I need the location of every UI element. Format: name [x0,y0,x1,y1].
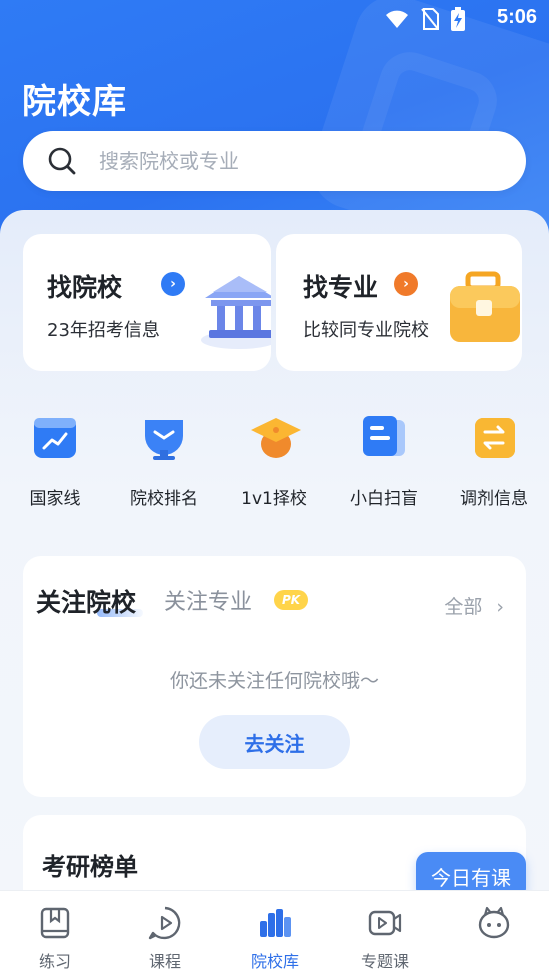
quick-entry-label: 院校排名 [130,489,198,509]
bar-chart-icon [257,905,293,941]
tab-practice[interactable]: 练习 [0,891,110,976]
mascot-face-icon [476,905,512,941]
search-input[interactable] [99,149,479,173]
quick-entry-beginner-guide[interactable]: 小白扫盲 [329,412,439,509]
battery-charging-icon [451,7,465,31]
university-building-icon [201,276,271,349]
tab-label: 练习 [38,952,71,971]
quick-entry-adjustment-info[interactable]: 调剂信息 [439,412,549,509]
tab-school-library[interactable]: 院校库 [220,891,330,976]
tab-label: 课程 [148,952,181,971]
quick-entry-label: 国家线 [29,489,81,509]
find-school-title: 找院校 [47,273,123,302]
play-bubble-icon [147,905,183,941]
find-major-card[interactable]: 找专业 › 比较同专业院校 [276,234,522,371]
find-school-card[interactable]: 找院校 › 23年招考信息 [23,234,271,371]
chevron-right-icon: › [394,272,418,296]
quick-entry-national-line[interactable]: 国家线 [0,412,110,509]
find-major-title: 找专业 [303,273,379,302]
go-follow-button[interactable]: 去关注 [199,715,350,769]
trend-chart-icon [30,412,80,462]
ranking-title: 考研榜单 [42,853,138,881]
view-all-label: 全部 [444,596,483,618]
video-icon [367,905,403,941]
quick-entries: 国家线 院校排名 1v1择校 小白扫盲 调剂信息 [0,412,549,522]
chevron-right-icon: › [161,272,185,296]
find-school-subtitle: 23年招考信息 [47,320,160,341]
status-time: 5:06 [496,6,537,28]
tab-label: 院校库 [250,952,299,971]
book-icon [37,905,73,941]
briefcase-icon [450,271,520,342]
quick-entry-label: 小白扫盲 [350,489,418,509]
empty-state-text: 你还未关注任何院校哦～ [169,670,379,692]
tab-special-courses[interactable]: 专题课 [330,891,440,976]
quick-entry-label: 调剂信息 [460,489,528,509]
document-icon [359,412,409,462]
pk-badge: PK [274,590,309,610]
search-icon [47,146,77,176]
graduation-cap-icon [249,412,301,462]
search-bar[interactable] [23,131,526,191]
tab-courses[interactable]: 课程 [110,891,220,976]
status-bar: 5:06 [0,0,549,38]
bottom-tab-bar: 练习 课程 院校库 专题课 [0,890,549,976]
trophy-icon [139,412,189,462]
wifi-icon [386,10,408,28]
tab-followed-schools[interactable]: 关注院校 [36,583,136,619]
follow-card: 关注院校 关注专业 PK 全部 › 你还未关注任何院校哦～ 去关注 [23,556,526,797]
swap-icon [469,412,519,462]
tab-profile[interactable] [439,891,549,976]
quick-entry-school-ranking[interactable]: 院校排名 [109,412,219,509]
view-all-link[interactable]: 全部 › [444,592,504,619]
chevron-right-icon: › [496,596,504,618]
quick-entry-1v1-school-choice[interactable]: 1v1择校 [219,412,329,509]
no-sim-icon [421,8,439,30]
find-major-subtitle: 比较同专业院校 [303,320,429,341]
quick-entry-label: 1v1择校 [241,489,307,509]
page-title: 院校库 [22,82,127,122]
tab-followed-majors[interactable]: 关注专业 [164,584,252,616]
tab-label: 专题课 [360,952,409,971]
